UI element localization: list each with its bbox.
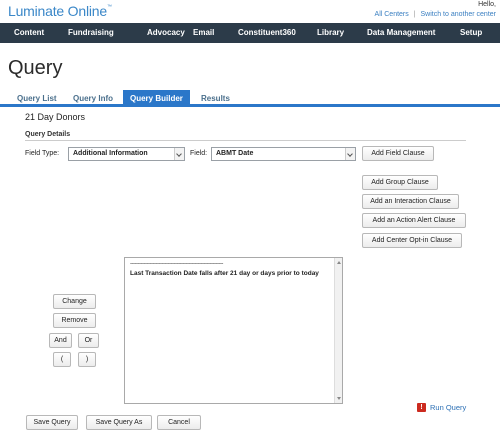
all-centers-link[interactable]: All Centers: [375, 11, 409, 18]
chevron-down-icon: [345, 148, 355, 160]
clause-list-box[interactable]: ----------------------------------------…: [124, 257, 343, 404]
nav-fundraising[interactable]: Fundraising: [68, 23, 114, 43]
nav-setup[interactable]: Setup: [460, 23, 482, 43]
luminate-logo[interactable]: Luminate Online™: [8, 3, 112, 19]
close-paren-button[interactable]: ): [78, 352, 96, 367]
clause-item[interactable]: Last Transaction Date falls after 21 day…: [130, 270, 319, 277]
open-paren-button[interactable]: (: [53, 352, 71, 367]
or-button[interactable]: Or: [78, 333, 99, 348]
main-nav: Content Fundraising Advocacy Email Const…: [0, 23, 500, 43]
clause-separator: ----------------------------------------…: [130, 261, 223, 267]
nav-constituent360[interactable]: Constituent360: [238, 23, 296, 43]
nav-content[interactable]: Content: [14, 23, 44, 43]
center-links: All Centers | Switch to another center: [375, 11, 496, 18]
details-divider: [25, 140, 466, 141]
remove-button[interactable]: Remove: [53, 313, 96, 328]
tab-query-builder[interactable]: Query Builder: [123, 90, 190, 107]
nav-data-management[interactable]: Data Management: [367, 23, 435, 43]
scroll-up-icon[interactable]: [337, 261, 341, 264]
query-name: 21 Day Donors: [25, 112, 86, 122]
tab-bar: Query List Query Info Query Builder Resu…: [0, 90, 500, 107]
tab-query-list[interactable]: Query List: [17, 92, 57, 107]
nav-library[interactable]: Library: [317, 23, 344, 43]
add-action-alert-clause-button[interactable]: Add an Action Alert Clause: [362, 213, 466, 228]
clause-scrollbar[interactable]: [334, 258, 342, 403]
query-details-heading: Query Details: [25, 131, 71, 138]
greeting: Hello,: [478, 1, 496, 8]
run-query-link[interactable]: Run Query: [430, 403, 466, 412]
field-type-value: Additional Information: [73, 150, 148, 157]
save-query-button[interactable]: Save Query: [26, 415, 78, 430]
link-separator: |: [413, 11, 416, 18]
field-select[interactable]: ABMT Date: [211, 147, 356, 161]
add-group-clause-button[interactable]: Add Group Clause: [362, 175, 438, 190]
chevron-down-icon: [174, 148, 184, 160]
alert-icon[interactable]: !: [417, 403, 426, 412]
field-label: Field:: [190, 150, 208, 157]
nav-advocacy[interactable]: Advocacy: [147, 23, 185, 43]
field-type-select[interactable]: Additional Information: [68, 147, 185, 161]
and-button[interactable]: And: [49, 333, 72, 348]
save-query-as-button[interactable]: Save Query As: [86, 415, 152, 430]
add-interaction-clause-button[interactable]: Add an Interaction Clause: [362, 194, 459, 209]
logo-text: Luminate Online: [8, 3, 107, 19]
top-bar: Luminate Online™ Hello, All Centers | Sw…: [0, 0, 500, 22]
field-type-label: Field Type:: [25, 150, 60, 157]
trademark-mark: ™: [106, 4, 112, 10]
cancel-button[interactable]: Cancel: [157, 415, 201, 430]
add-field-clause-button[interactable]: Add Field Clause: [362, 146, 434, 161]
scroll-down-icon[interactable]: [337, 397, 341, 400]
add-center-optin-clause-button[interactable]: Add Center Opt-in Clause: [362, 233, 462, 248]
field-value: ABMT Date: [216, 150, 254, 157]
tab-results[interactable]: Results: [201, 92, 230, 107]
switch-center-link[interactable]: Switch to another center: [421, 11, 497, 18]
page-title: Query: [8, 57, 63, 79]
nav-email[interactable]: Email: [193, 23, 214, 43]
change-button[interactable]: Change: [53, 294, 96, 309]
tab-query-info[interactable]: Query Info: [73, 92, 113, 107]
